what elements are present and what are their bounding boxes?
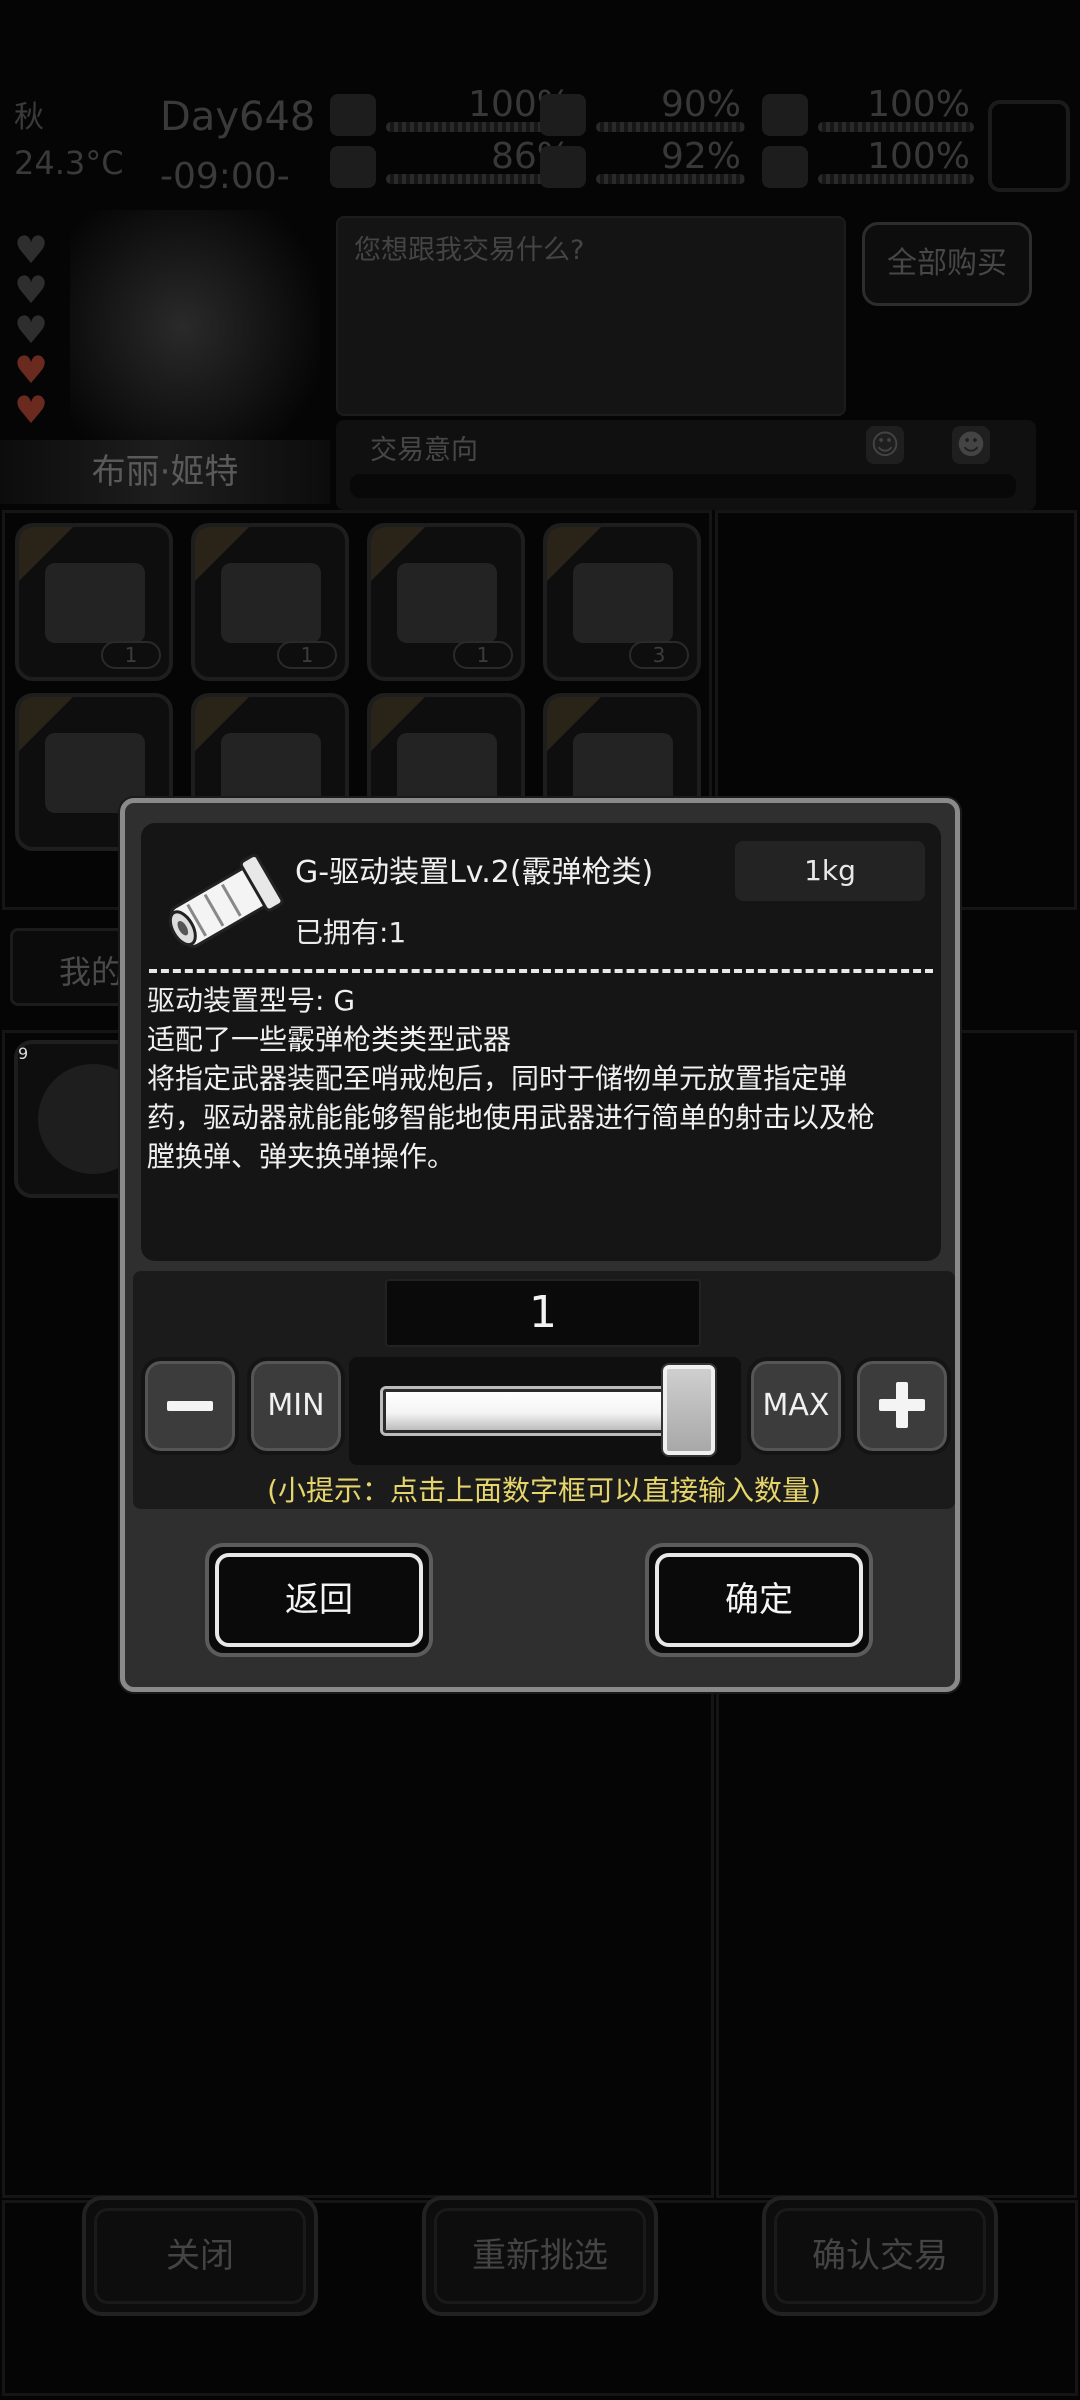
ok-button[interactable]: 确定: [645, 1543, 873, 1657]
quantity-controls: 1 MIN MAX (小提示：点击上面数字框可以直接输入数量): [133, 1271, 955, 1509]
plus-icon-stem: [896, 1382, 908, 1428]
ok-button-label: 确定: [725, 1580, 793, 1620]
increment-button[interactable]: [853, 1357, 951, 1455]
quantity-input[interactable]: 1: [385, 1279, 701, 1347]
minus-icon: [167, 1401, 213, 1411]
owned-count: 已拥有:1: [295, 916, 407, 949]
drive-device-icon: [168, 853, 284, 948]
max-label: MAX: [762, 1388, 830, 1423]
item-detail-panel: G-驱动装置Lv.2(霰弹枪类) 1kg 已拥有:1 驱动装置型号: G 适配了…: [141, 823, 941, 1261]
item-name: G-驱动装置Lv.2(霰弹枪类): [295, 855, 654, 890]
quantity-dialog: G-驱动装置Lv.2(霰弹枪类) 1kg 已拥有:1 驱动装置型号: G 适配了…: [120, 798, 960, 1692]
min-button[interactable]: MIN: [247, 1357, 345, 1455]
divider: [149, 969, 933, 973]
description-line: 将指定武器装配至哨戒炮后，同时于储物单元放置指定弹: [147, 1062, 848, 1095]
back-button-label: 返回: [285, 1580, 353, 1620]
quantity-slider[interactable]: [349, 1357, 741, 1465]
min-label: MIN: [267, 1388, 325, 1423]
description-line: 药，驱动器就能能够智能地使用武器进行简单的射击以及枪: [147, 1101, 876, 1134]
description-line: 适配了一些霰弹枪类类型武器: [147, 1023, 512, 1056]
slider-fill: [386, 1392, 680, 1430]
back-button[interactable]: 返回: [205, 1543, 433, 1657]
item-weight: 1kg: [735, 841, 925, 901]
item-description: 驱动装置型号: G 适配了一些霰弹枪类类型武器 将指定武器装配至哨戒炮后，同时于…: [147, 981, 937, 1176]
slider-track[interactable]: [383, 1389, 683, 1433]
input-hint: (小提示：点击上面数字框可以直接输入数量): [267, 1474, 821, 1507]
description-line: 驱动装置型号: G: [147, 984, 356, 1017]
decrement-button[interactable]: [141, 1357, 239, 1455]
description-line: 膛换弹、弹夹换弹操作。: [147, 1140, 456, 1173]
max-button[interactable]: MAX: [747, 1357, 845, 1455]
slider-handle[interactable]: [663, 1365, 715, 1455]
